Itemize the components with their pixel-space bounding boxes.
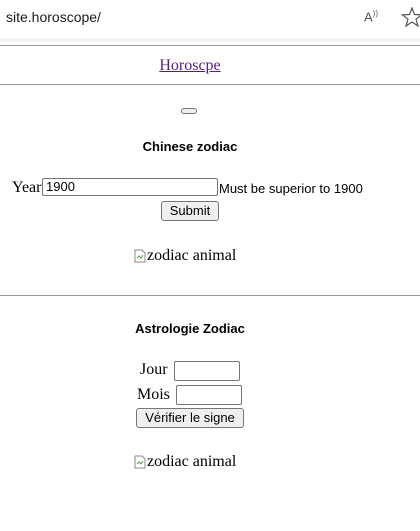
divider-sections bbox=[0, 295, 420, 296]
chinese-zodiac-title: Chinese zodiac bbox=[142, 139, 238, 154]
zodiac-animal-image-2: zodiac animal bbox=[134, 453, 236, 471]
address-bar[interactable]: site.horoscope/ A)) bbox=[0, 0, 420, 39]
year-input[interactable] bbox=[42, 178, 218, 196]
check-sign-button[interactable]: Vérifier le signe bbox=[136, 408, 244, 428]
submit-button[interactable]: Submit bbox=[161, 201, 219, 221]
day-label: Jour bbox=[140, 361, 168, 378]
astrologie-zodiac-title: Astrologie Zodiac bbox=[135, 321, 245, 336]
empty-button[interactable] bbox=[181, 108, 197, 114]
month-input[interactable] bbox=[176, 385, 242, 405]
broken-image-icon bbox=[134, 249, 146, 263]
divider-nav bbox=[0, 84, 420, 85]
divider-top bbox=[0, 45, 420, 46]
year-label: Year bbox=[12, 179, 42, 196]
zodiac-animal-image: zodiac animal bbox=[134, 247, 236, 265]
url-text[interactable]: site.horoscope/ bbox=[6, 9, 101, 25]
toolbar-shadow bbox=[0, 38, 420, 42]
month-label: Mois bbox=[137, 386, 170, 403]
year-hint: Must be superior to 1900 bbox=[219, 181, 363, 196]
read-aloud-icon[interactable]: A)) bbox=[364, 9, 378, 24]
horoscope-nav-link[interactable]: Horoscpe bbox=[0, 57, 380, 75]
day-input[interactable] bbox=[174, 361, 240, 381]
zodiac-animal-alt-text: zodiac animal bbox=[147, 453, 237, 470]
broken-image-icon bbox=[134, 455, 146, 469]
zodiac-animal-alt-text: zodiac animal bbox=[147, 247, 237, 264]
star-icon[interactable] bbox=[401, 7, 420, 27]
